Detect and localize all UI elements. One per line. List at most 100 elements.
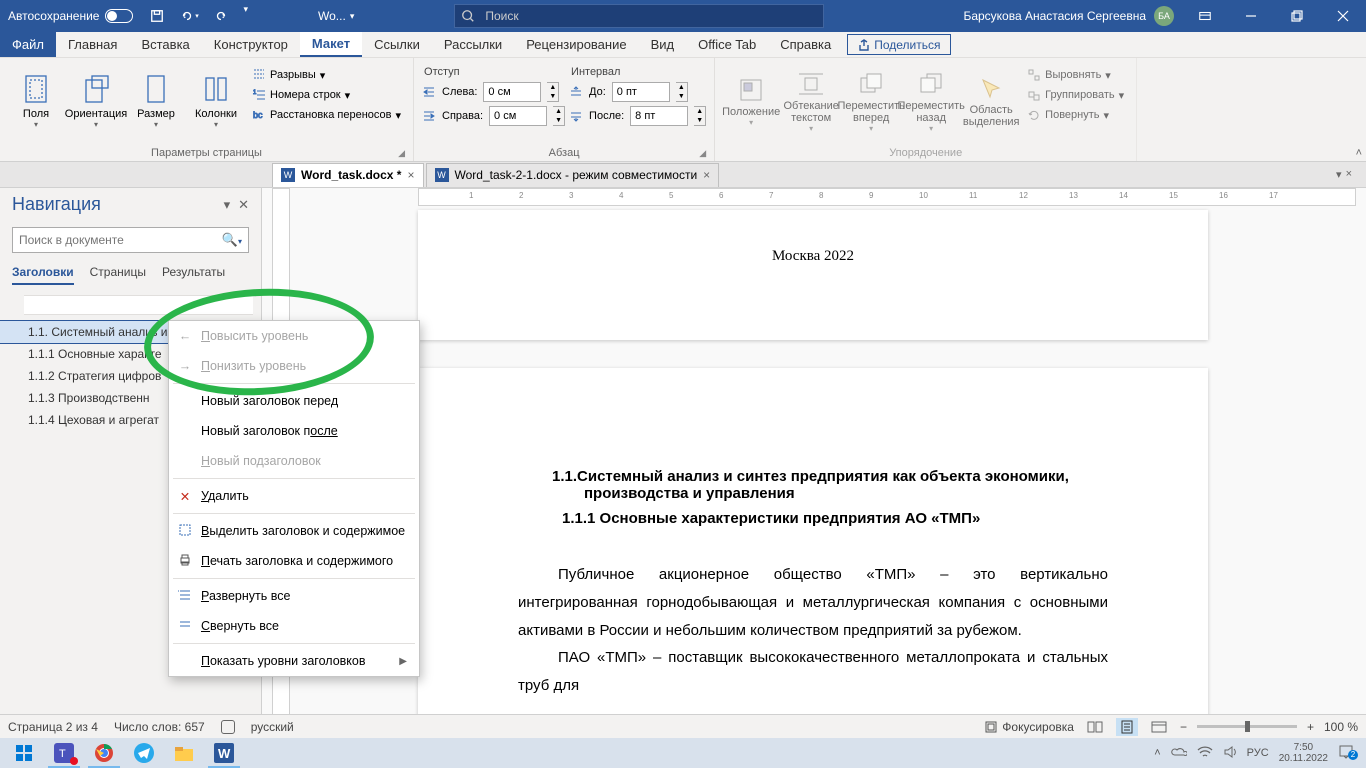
space-before-input[interactable] <box>612 82 670 102</box>
spinner[interactable]: ▲▼ <box>676 82 688 102</box>
chrome-icon[interactable] <box>84 738 124 768</box>
record-icon[interactable] <box>221 720 235 734</box>
wifi-icon[interactable] <box>1197 746 1213 761</box>
share-button[interactable]: Поделиться <box>847 34 951 55</box>
spinner[interactable]: ▲▼ <box>547 82 559 102</box>
menu-home[interactable]: Главная <box>56 32 129 57</box>
onedrive-icon[interactable] <box>1171 746 1187 761</box>
ctx-select[interactable]: Выделить заголовок и содержимое <box>169 516 419 546</box>
columns-button[interactable]: Колонки▾ <box>188 62 244 140</box>
start-button[interactable] <box>4 738 44 768</box>
tray-lang[interactable]: РУС <box>1247 747 1269 759</box>
ctx-show-levels[interactable]: Показать уровни заголовков▶ <box>169 646 419 676</box>
menu-insert[interactable]: Вставка <box>129 32 201 57</box>
collapse-ribbon-icon[interactable]: ˄ <box>1356 147 1362 159</box>
ribbon-display-icon[interactable] <box>1182 0 1228 32</box>
nav-tab-headings[interactable]: Заголовки <box>12 265 74 285</box>
menu-references[interactable]: Ссылки <box>362 32 432 57</box>
doc-tab-1[interactable]: W Word_task.docx * × <box>272 163 424 187</box>
status-page[interactable]: Страница 2 из 4 <box>8 720 98 734</box>
space-after-label: После: <box>589 110 624 122</box>
read-mode-icon[interactable] <box>1084 718 1106 736</box>
status-lang[interactable]: русский <box>251 720 294 734</box>
redo-icon[interactable] <box>209 4 233 28</box>
breaks-button[interactable]: Разрывы▾ <box>248 66 405 84</box>
save-icon[interactable] <box>145 4 169 28</box>
menu-officetab[interactable]: Office Tab <box>686 32 768 57</box>
menu-review[interactable]: Рецензирование <box>514 32 638 57</box>
spinner[interactable]: ▲▼ <box>553 106 565 126</box>
ctx-new-after[interactable]: Новый заголовок после <box>169 416 419 446</box>
group-page-setup-label: Параметры страницы <box>151 147 262 159</box>
doc-tab-2[interactable]: W Word_task-2-1.docx - режим совместимос… <box>426 163 720 187</box>
ctx-delete[interactable]: ✕Удалить <box>169 481 419 511</box>
hyphenation-button[interactable]: bcРасстановка переносов▾ <box>248 106 405 124</box>
tabs-close-icon[interactable]: × <box>1346 168 1352 181</box>
web-layout-icon[interactable] <box>1148 718 1170 736</box>
minimize-button[interactable] <box>1228 0 1274 32</box>
zoom-level[interactable]: 100 % <box>1324 720 1358 734</box>
h-ruler[interactable]: 1234567891011121314151617 <box>418 188 1356 206</box>
size-button[interactable]: Размер▾ <box>128 62 184 140</box>
volume-icon[interactable] <box>1223 745 1237 762</box>
toggle-switch[interactable] <box>105 9 133 23</box>
tray-clock[interactable]: 7:5020.11.2022 <box>1279 742 1328 764</box>
autosave-label: Автосохранение <box>8 9 99 23</box>
telegram-icon[interactable] <box>124 738 164 768</box>
menu-layout[interactable]: Макет <box>300 32 362 57</box>
nav-menu-icon[interactable]: ▾ <box>224 197 231 213</box>
page-1: Москва 2022 <box>418 210 1208 340</box>
menu-file[interactable]: Файл <box>0 32 56 57</box>
nav-search-input[interactable] <box>19 233 222 247</box>
ctx-expand-all[interactable]: Развернуть все <box>169 581 419 611</box>
tabs-menu-icon[interactable]: ▾ <box>1336 168 1342 181</box>
zoom-in-icon[interactable]: + <box>1307 720 1314 734</box>
nav-search[interactable]: 🔍▾ <box>12 227 249 253</box>
close-button[interactable] <box>1320 0 1366 32</box>
dialog-launcher-icon[interactable]: ◢ <box>398 148 405 159</box>
user-area[interactable]: Барсукова Анастасия Сергеевна БА <box>963 6 1174 26</box>
zoom-slider[interactable] <box>1197 725 1297 728</box>
close-tab-icon[interactable]: × <box>703 168 710 182</box>
document-area[interactable]: 1234567891011121314151617 Москва 2022 1.… <box>262 188 1366 732</box>
orientation-button[interactable]: Ориентация▾ <box>68 62 124 140</box>
notifications-icon[interactable]: 2 <box>1338 744 1354 763</box>
ctx-new-before[interactable]: Новый заголовок перед <box>169 386 419 416</box>
status-words[interactable]: Число слов: 657 <box>114 720 205 734</box>
ctx-print[interactable]: Печать заголовка и содержимого <box>169 546 419 576</box>
print-layout-icon[interactable] <box>1116 718 1138 736</box>
collapse-icon <box>177 618 193 635</box>
spinner[interactable]: ▲▼ <box>694 106 706 126</box>
explorer-icon[interactable] <box>164 738 204 768</box>
search-icon[interactable]: 🔍▾ <box>222 232 242 248</box>
menu-design[interactable]: Конструктор <box>202 32 300 57</box>
indent-left-input[interactable] <box>483 82 541 102</box>
close-tab-icon[interactable]: × <box>407 168 414 182</box>
menu-view[interactable]: Вид <box>639 32 687 57</box>
autosave-toggle[interactable]: Автосохранение <box>8 9 133 23</box>
word-taskbar-icon[interactable]: W <box>204 738 244 768</box>
heading-1-1-1: 1.1.1 Основные характеристики предприяти… <box>518 510 1108 527</box>
menu-help[interactable]: Справка <box>768 32 843 57</box>
menu-mailings[interactable]: Рассылки <box>432 32 514 57</box>
nav-tab-pages[interactable]: Страницы <box>90 265 146 285</box>
line-numbers-button[interactable]: 1Номера строк▾ <box>248 86 405 104</box>
nav-tab-results[interactable]: Результаты <box>162 265 225 285</box>
teams-icon[interactable]: T <box>44 738 84 768</box>
focus-mode[interactable]: Фокусировка <box>984 720 1074 734</box>
expand-icon <box>177 588 193 605</box>
ribbon: Поля▾ Ориентация▾ Размер▾ Колонки▾ Разры… <box>0 58 1366 162</box>
search-box[interactable]: Поиск <box>454 4 824 28</box>
dialog-launcher-icon[interactable]: ◢ <box>699 148 706 159</box>
tray-chevron-icon[interactable]: ˄ <box>1154 747 1160 759</box>
bring-forward-button: Переместить вперед▾ <box>843 62 899 140</box>
nav-close-icon[interactable]: ✕ <box>238 197 249 213</box>
ctx-collapse-all[interactable]: Свернуть все <box>169 611 419 641</box>
maximize-button[interactable] <box>1274 0 1320 32</box>
indent-right-input[interactable] <box>489 106 547 126</box>
indent-label: Отступ <box>422 66 565 78</box>
undo-icon[interactable]: ▾ <box>177 4 201 28</box>
space-after-input[interactable] <box>630 106 688 126</box>
zoom-out-icon[interactable]: − <box>1180 720 1187 734</box>
margins-button[interactable]: Поля▾ <box>8 62 64 140</box>
